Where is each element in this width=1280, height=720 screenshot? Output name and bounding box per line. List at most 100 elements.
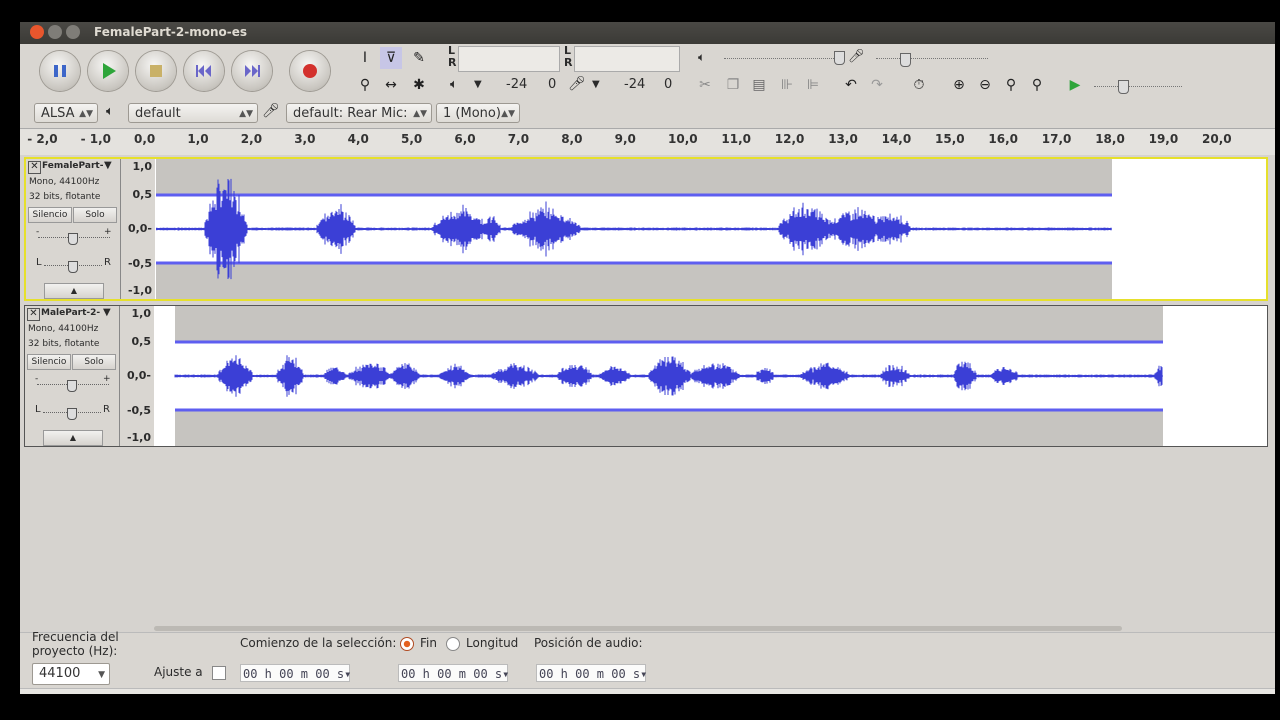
zoom-in-icon[interactable]: ⊕ [948,74,970,96]
ruler-tick-label: 9,0 [614,132,636,146]
pause-button[interactable] [40,51,80,91]
play-button[interactable] [88,51,128,91]
skip-start-button[interactable] [184,51,224,91]
maximize-window-button[interactable] [66,25,80,39]
chevron-updown-icon: ▲▼ [501,109,515,119]
input-volume-thumb[interactable] [900,53,911,67]
fit-selection-icon[interactable]: ⚲ [1000,74,1022,96]
selection-tool-icon[interactable]: I [354,47,376,69]
audio-host-select[interactable]: ALSA ▲▼ [34,103,98,123]
zoom-tool-icon[interactable]: ⚲ [354,74,376,96]
selection-end-value: 00 h 00 m 00 s [401,667,503,681]
skip-end-button[interactable] [232,51,272,91]
selection-start-label: Comienzo de la selección: [240,636,397,650]
ruler-tick-label: 0,0 [134,132,156,146]
scale-label: 1,0 [132,160,153,173]
pan-thumb[interactable] [68,261,78,273]
solo-button[interactable]: Solo [72,354,116,370]
rec-meter-dropdown-icon[interactable]: ▼ [592,79,600,90]
title-bar: FemalePart-2-mono-es [20,22,1275,44]
selection-start-time[interactable]: 00 h 00 m 00 s▾ [240,664,351,682]
input-channels-select[interactable]: 1 (Mono) ▲▼ [436,103,520,123]
time-shift-tool-icon[interactable]: ↔ [380,74,402,96]
window-title: FemalePart-2-mono-es [94,25,248,39]
track-menu-icon[interactable]: ▼ [103,307,111,318]
copy-icon[interactable]: ❐ [722,74,744,96]
scale-label: 0,5 [131,335,152,348]
track-name-menu[interactable]: MalePart-2- [41,308,100,318]
ruler-tick-label: 16,0 [988,132,1018,146]
output-volume-slider[interactable] [724,58,838,60]
paste-icon[interactable]: ▤ [748,74,770,96]
pan-left-label: L [36,257,42,268]
ruler-tick-label: 8,0 [561,132,583,146]
output-volume-thumb[interactable] [834,51,845,65]
output-device-select[interactable]: default ▲▼ [128,103,258,123]
solo-button[interactable]: Solo [73,207,117,223]
ruler-tick-label: 13,0 [828,132,858,146]
play-at-speed-icon[interactable]: ▶ [1064,74,1086,96]
record-meter[interactable] [574,46,680,72]
multi-tool-icon[interactable]: ✱ [408,74,430,96]
input-device-value: default: Rear Mic: [293,106,408,121]
undo-icon[interactable]: ↶ [840,74,862,96]
length-radio[interactable] [446,637,460,651]
fit-project-icon[interactable]: ⚲ [1026,74,1048,96]
audio-position-time[interactable]: 00 h 00 m 00 s▾ [536,664,647,682]
collapse-track-button[interactable]: ▲ [44,283,104,299]
close-track-icon[interactable]: ✕ [28,161,41,174]
stop-button[interactable] [136,51,176,91]
cut-icon[interactable]: ✂ [694,74,716,96]
playback-meter[interactable] [458,46,560,72]
sync-lock-icon[interactable]: ⏱ [908,74,930,96]
pan-thumb[interactable] [67,408,77,420]
audio-track-male[interactable]: ✕ MalePart-2- ▼ Mono, 44100Hz 32 bits, f… [24,305,1268,447]
trim-icon[interactable]: ⊪ [776,74,798,96]
waveform-display[interactable] [155,306,1265,446]
end-radio[interactable] [400,637,414,651]
chevron-updown-icon: ▲▼ [239,109,253,119]
snap-to-checkbox[interactable] [212,666,226,680]
project-rate-value: 44100 [39,666,81,681]
scale-label: 1,0 [131,307,152,320]
play-speed-slider[interactable] [1094,86,1182,88]
microphone-icon: 🎤︎ [568,76,586,92]
waveform-display[interactable] [156,159,1266,299]
input-device-select[interactable]: default: Rear Mic: ▲▼ [286,103,432,123]
minimize-window-button[interactable] [48,25,62,39]
input-volume-slider[interactable] [876,58,988,60]
gain-thumb[interactable] [68,233,78,245]
close-track-icon[interactable]: ✕ [27,308,40,321]
gain-thumb[interactable] [67,380,77,392]
draw-tool-icon[interactable]: ✎ [408,47,430,69]
collapse-track-button[interactable]: ▲ [43,430,103,446]
chevron-down-icon: ▼ [98,670,105,680]
mute-button[interactable]: Silencio [27,354,71,370]
input-device-icon: 🎤︎ [262,103,280,119]
silence-icon[interactable]: ⊫ [802,74,824,96]
track-menu-icon[interactable]: ▼ [104,160,112,171]
status-bar [20,688,1275,694]
track-name-menu[interactable]: FemalePart- [42,161,103,171]
ruler-tick-label: 12,0 [774,132,805,146]
record-button[interactable] [290,51,330,91]
close-window-button[interactable] [30,25,44,39]
audio-host-value: ALSA [41,106,75,121]
audio-track-female[interactable]: ✕ FemalePart- ▼ Mono, 44100Hz 32 bits, f… [24,157,1268,301]
input-volume-icon: 🎤︎ [848,49,865,64]
play-meter-dropdown-icon[interactable]: ▼ [474,79,482,90]
mute-button[interactable]: Silencio [28,207,72,223]
horizontal-scrollbar[interactable] [154,626,1122,631]
envelope-tool-icon[interactable]: ⊽ [380,47,402,69]
zoom-out-icon[interactable]: ⊖ [974,74,996,96]
track-control-panel: ✕ FemalePart- ▼ Mono, 44100Hz 32 bits, f… [26,159,121,299]
scale-label: 0,0- [127,222,152,235]
play-speed-thumb[interactable] [1118,80,1129,94]
scale-label: 0,0- [126,369,151,382]
selection-end-time[interactable]: 00 h 00 m 00 s▾ [398,664,509,682]
ruler-tick-label: 14,0 [881,132,912,146]
redo-icon[interactable]: ↷ [866,74,888,96]
ruler-tick-label: 15,0 [935,132,965,146]
ruler-tick-label: 18,0 [1095,132,1125,146]
project-rate-select[interactable]: 44100 ▼ [32,663,110,685]
